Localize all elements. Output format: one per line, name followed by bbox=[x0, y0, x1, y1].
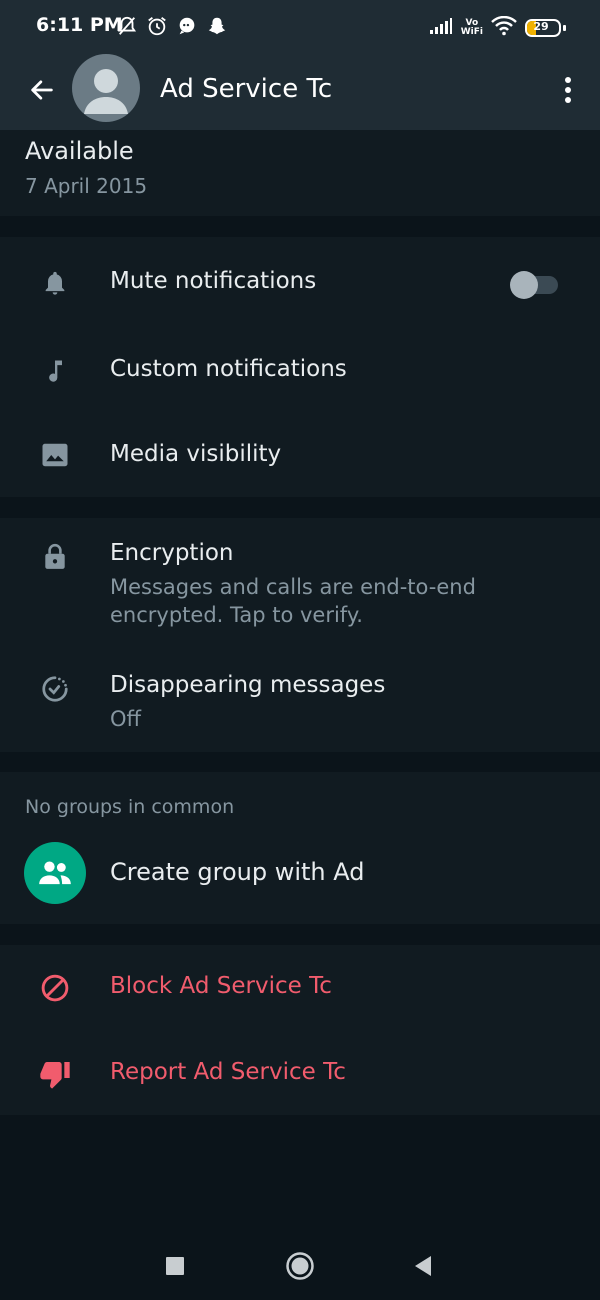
wifi-icon bbox=[491, 15, 517, 40]
encryption-title: Encryption bbox=[110, 540, 234, 566]
about-status: Available bbox=[25, 137, 134, 165]
groups-section-label: No groups in common bbox=[25, 796, 235, 818]
signal-icon bbox=[429, 17, 453, 39]
battery-level: 29 bbox=[533, 20, 549, 33]
status-bar: 6:11 PM Vo WiFi 29 bbox=[0, 0, 600, 56]
battery-nub bbox=[563, 25, 566, 31]
mute-notifications-row[interactable]: Mute notifications bbox=[0, 237, 600, 329]
disappearing-messages-title: Disappearing messages bbox=[110, 672, 386, 698]
status-right-icons: Vo WiFi 29 bbox=[429, 14, 566, 42]
app-bar: Ad Service Tc bbox=[0, 54, 600, 130]
image-icon bbox=[38, 438, 72, 472]
create-group-label: Create group with Ad bbox=[110, 858, 365, 886]
mute-toggle[interactable] bbox=[510, 271, 558, 299]
home-icon[interactable] bbox=[282, 1248, 318, 1284]
vowifi-wifi-label: WiFi bbox=[460, 27, 483, 37]
danger-card: Block Ad Service Tc Report Ad Service Tc bbox=[0, 945, 600, 1115]
contact-name[interactable]: Ad Service Tc bbox=[160, 74, 332, 104]
disappearing-messages-status: Off bbox=[110, 707, 141, 731]
status-left-icons bbox=[116, 15, 228, 41]
system-nav-bar bbox=[0, 1232, 600, 1300]
music-note-icon bbox=[38, 354, 72, 388]
timer-icon bbox=[38, 672, 72, 706]
vowifi-indicator: Vo WiFi bbox=[461, 19, 483, 37]
create-group-row[interactable]: Create group with Ad bbox=[0, 834, 600, 916]
report-row[interactable]: Report Ad Service Tc bbox=[0, 1031, 600, 1115]
about-section[interactable]: Available 7 April 2015 bbox=[0, 130, 600, 216]
back-icon[interactable] bbox=[405, 1248, 441, 1284]
recent-apps-icon[interactable] bbox=[157, 1248, 193, 1284]
thumbs-down-icon bbox=[38, 1057, 72, 1091]
mute-bell-icon bbox=[116, 15, 138, 41]
media-visibility-label: Media visibility bbox=[110, 441, 282, 467]
lock-icon bbox=[38, 540, 72, 574]
snapchat-icon bbox=[206, 15, 228, 41]
encryption-row[interactable]: Encryption Messages and calls are end-to… bbox=[0, 518, 600, 640]
more-vert-icon bbox=[565, 77, 571, 103]
about-date: 7 April 2015 bbox=[25, 174, 148, 198]
custom-notifications-row[interactable]: Custom notifications bbox=[0, 329, 600, 415]
media-visibility-row[interactable]: Media visibility bbox=[0, 415, 600, 497]
mute-toggle-thumb bbox=[510, 271, 538, 299]
back-arrow-icon bbox=[31, 80, 53, 100]
block-row[interactable]: Block Ad Service Tc bbox=[0, 945, 600, 1031]
bell-icon bbox=[38, 266, 72, 300]
custom-notifications-label: Custom notifications bbox=[110, 356, 347, 382]
mute-notifications-label: Mute notifications bbox=[110, 268, 317, 294]
block-icon bbox=[38, 971, 72, 1005]
group-icon bbox=[39, 861, 71, 885]
report-label: Report Ad Service Tc bbox=[110, 1059, 346, 1085]
groups-card: No groups in common Create group with Ad bbox=[0, 772, 600, 924]
chat-bubble-icon bbox=[176, 15, 198, 41]
avatar-icon bbox=[84, 69, 128, 114]
privacy-card: Encryption Messages and calls are end-to… bbox=[0, 518, 600, 752]
encryption-subtitle: Messages and calls are end-to-end encryp… bbox=[110, 575, 476, 627]
alarm-icon bbox=[146, 15, 168, 41]
more-options-button[interactable] bbox=[554, 70, 582, 110]
back-button[interactable] bbox=[24, 72, 60, 108]
avatar[interactable] bbox=[72, 54, 140, 122]
notifications-card: Mute notifications Custom notifications … bbox=[0, 237, 600, 497]
status-time: 6:11 PM bbox=[36, 14, 123, 36]
group-avatar bbox=[24, 842, 86, 904]
disappearing-messages-row[interactable]: Disappearing messages Off bbox=[0, 640, 600, 752]
block-label: Block Ad Service Tc bbox=[110, 973, 332, 999]
battery-icon: 29 bbox=[525, 19, 561, 37]
